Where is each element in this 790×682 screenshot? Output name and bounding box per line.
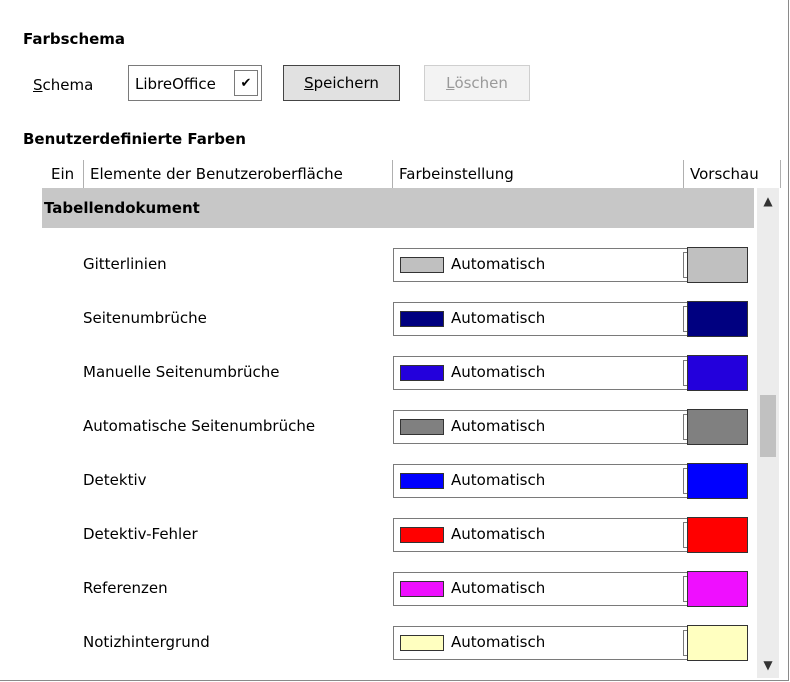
color-setting-value: Automatisch [451,255,546,273]
color-swatch [400,581,444,597]
table-header: Ein Elemente der Benutzeroberfläche Farb… [42,160,781,188]
color-preview [687,625,748,661]
color-setting-select[interactable]: Automatisch✔ [393,572,711,606]
save-button[interactable]: Speichern [283,65,400,101]
color-setting-value: Automatisch [451,417,546,435]
scroll-up-icon[interactable]: ▲ [757,190,779,212]
group-row-spreadsheet: Tabellendokument [42,188,754,228]
delete-button[interactable]: Löschen [424,65,530,101]
list-item[interactable]: Manuelle Seitenumbrüche Automatisch✔ [42,346,754,400]
color-swatch [400,527,444,543]
color-swatch [400,419,444,435]
list-item[interactable]: Detektiv Automatisch✔ [42,454,754,508]
element-name: Detektiv-Fehler [83,525,198,543]
scroll-down-icon[interactable]: ▼ [757,654,779,676]
element-name: Notizhintergrund [83,633,210,651]
color-swatch [400,311,444,327]
list-item[interactable]: Detektiv-Fehler Automatisch✔ [42,508,754,562]
color-preview [687,463,748,499]
color-preview [687,355,748,391]
color-setting-value: Automatisch [451,525,546,543]
color-preview [687,301,748,337]
list-item[interactable]: Gitterlinien Automatisch✔ [42,238,754,292]
column-header-on[interactable]: Ein [42,160,82,188]
element-name: Seitenumbrüche [83,309,207,327]
column-header-elements[interactable]: Elemente der Benutzeroberfläche [83,160,391,188]
color-setting-value: Automatisch [451,633,546,651]
list-item[interactable]: Automatische Seitenumbrüche Automatisch✔ [42,400,754,454]
list-item[interactable]: Seitenumbrüche Automatisch✔ [42,292,754,346]
schema-select[interactable]: LibreOffice ✔ [128,65,262,101]
column-header-color-setting[interactable]: Farbeinstellung [392,160,682,188]
color-setting-value: Automatisch [451,471,546,489]
list-item[interactable]: Referenzen Automatisch✔ [42,562,754,616]
color-swatch [400,635,444,651]
vertical-scrollbar[interactable]: ▲ ▼ [757,188,779,678]
color-preview [687,247,748,283]
color-setting-select[interactable]: Automatisch✔ [393,464,711,498]
column-header-preview[interactable]: Vorschau [683,160,781,188]
color-preview [687,409,748,445]
color-setting-select[interactable]: Automatisch✔ [393,356,711,390]
schema-label: Schema [33,76,94,94]
color-setting-select[interactable]: Automatisch✔ [393,518,711,552]
chevron-down-icon[interactable]: ✔ [234,70,258,96]
color-scheme-heading: Farbschema [23,30,126,48]
color-swatch [400,473,444,489]
element-name: Manuelle Seitenumbrüche [83,363,280,381]
color-setting-select[interactable]: Automatisch✔ [393,302,711,336]
color-setting-value: Automatisch [451,363,546,381]
color-setting-select[interactable]: Automatisch✔ [393,248,711,282]
color-setting-value: Automatisch [451,579,546,597]
color-setting-select[interactable]: Automatisch✔ [393,410,711,444]
color-preview [687,517,748,553]
color-setting-value: Automatisch [451,309,546,327]
scrollbar-thumb[interactable] [760,395,776,457]
color-swatch [400,257,444,273]
schema-select-value: LibreOffice [135,75,216,93]
color-preview [687,571,748,607]
element-name: Detektiv [83,471,147,489]
custom-colors-heading: Benutzerdefinierte Farben [23,130,246,148]
element-name: Referenzen [83,579,168,597]
color-swatch [400,365,444,381]
element-name: Automatische Seitenumbrüche [83,417,316,435]
color-setting-select[interactable]: Automatisch✔ [393,626,711,660]
list-item[interactable]: Notizhintergrund Automatisch✔ [42,616,754,670]
element-name: Gitterlinien [83,255,167,273]
